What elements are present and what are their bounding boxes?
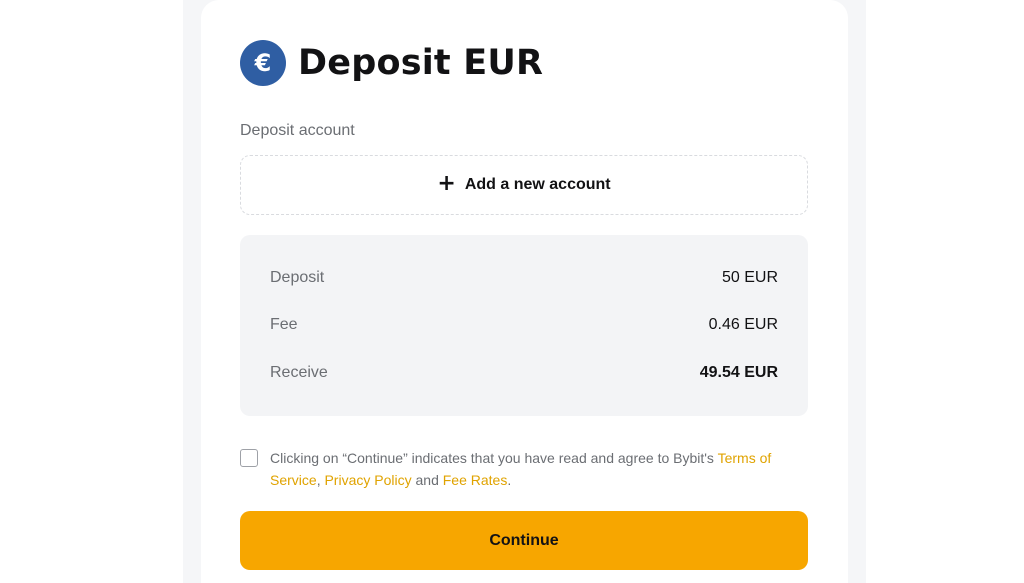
summary-row-fee: Fee 0.46 EUR: [270, 314, 778, 336]
continue-button[interactable]: Continue: [240, 511, 808, 570]
add-account-label: Add a new account: [464, 176, 611, 193]
agree-checkbox[interactable]: [240, 449, 258, 467]
agreement-text: Clicking on “Continue” indicates that yo…: [270, 447, 808, 491]
page-title: Deposit EUR: [298, 43, 544, 83]
privacy-policy-link[interactable]: Privacy Policy: [324, 472, 411, 488]
receive-label: Receive: [270, 364, 328, 381]
agreement-and: and: [411, 472, 443, 488]
fee-rates-link[interactable]: Fee Rates: [443, 472, 508, 488]
summary-row-receive: Receive 49.54 EUR: [270, 362, 778, 384]
continue-label: Continue: [489, 531, 559, 549]
terms-agreement: Clicking on “Continue” indicates that yo…: [240, 447, 808, 491]
page: € Deposit EUR Deposit account + Add a ne…: [0, 0, 1024, 583]
deposit-label: Deposit: [270, 269, 325, 286]
deposit-header: € Deposit EUR: [240, 40, 543, 86]
add-account-button[interactable]: + Add a new account: [240, 155, 808, 215]
euro-glyph: €: [254, 49, 272, 77]
deposit-summary: Deposit 50 EUR Fee 0.46 EUR Receive 49.5…: [240, 235, 808, 416]
agreement-lead-text: Clicking on “Continue” indicates that yo…: [270, 450, 718, 466]
fee-value: 0.46 EUR: [708, 316, 778, 333]
euro-coin-icon: €: [240, 40, 286, 86]
agreement-period: .: [507, 472, 512, 488]
deposit-account-label: Deposit account: [240, 122, 355, 139]
deposit-value: 50 EUR: [721, 269, 778, 286]
plus-icon: +: [437, 171, 456, 196]
summary-row-deposit: Deposit 50 EUR: [270, 267, 778, 289]
deposit-card: € Deposit EUR Deposit account + Add a ne…: [201, 0, 848, 583]
receive-value: 49.54 EUR: [699, 364, 778, 381]
fee-label: Fee: [270, 316, 298, 333]
